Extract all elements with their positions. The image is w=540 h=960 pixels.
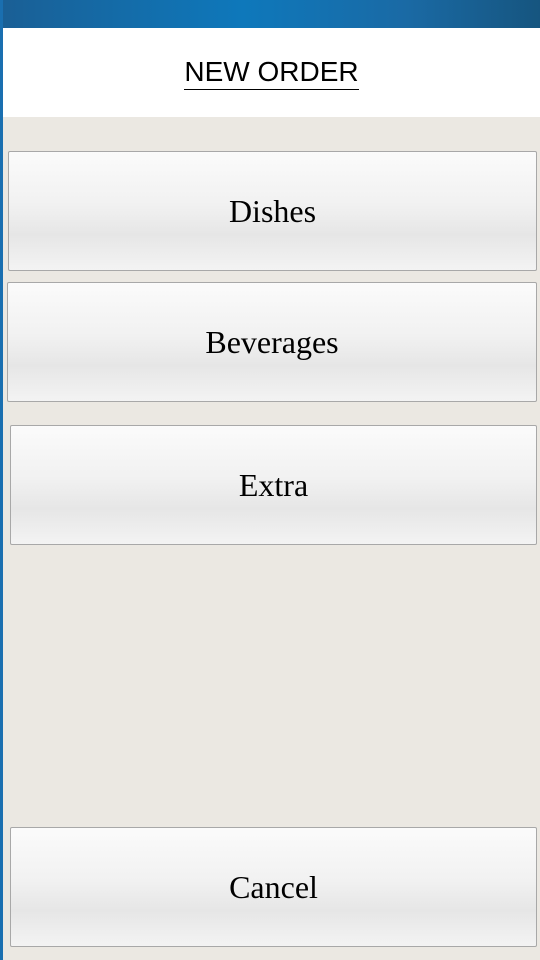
beverages-button[interactable]: Beverages bbox=[7, 282, 537, 402]
window-left-border bbox=[0, 0, 3, 960]
page-title-text: NEW ORDER bbox=[184, 56, 359, 90]
extra-button-label: Extra bbox=[238, 466, 309, 503]
cancel-button[interactable]: Cancel bbox=[10, 827, 537, 947]
cancel-button-label: Cancel bbox=[229, 868, 318, 905]
beverages-button-label: Beverages bbox=[205, 323, 339, 360]
dishes-button-label: Dishes bbox=[228, 192, 317, 229]
page-header: NEW ORDER bbox=[3, 28, 540, 117]
dishes-button[interactable]: Dishes bbox=[8, 151, 537, 271]
extra-button[interactable]: Extra bbox=[10, 425, 537, 545]
page-title: NEW ORDER bbox=[3, 56, 540, 90]
window-titlebar bbox=[0, 0, 540, 28]
